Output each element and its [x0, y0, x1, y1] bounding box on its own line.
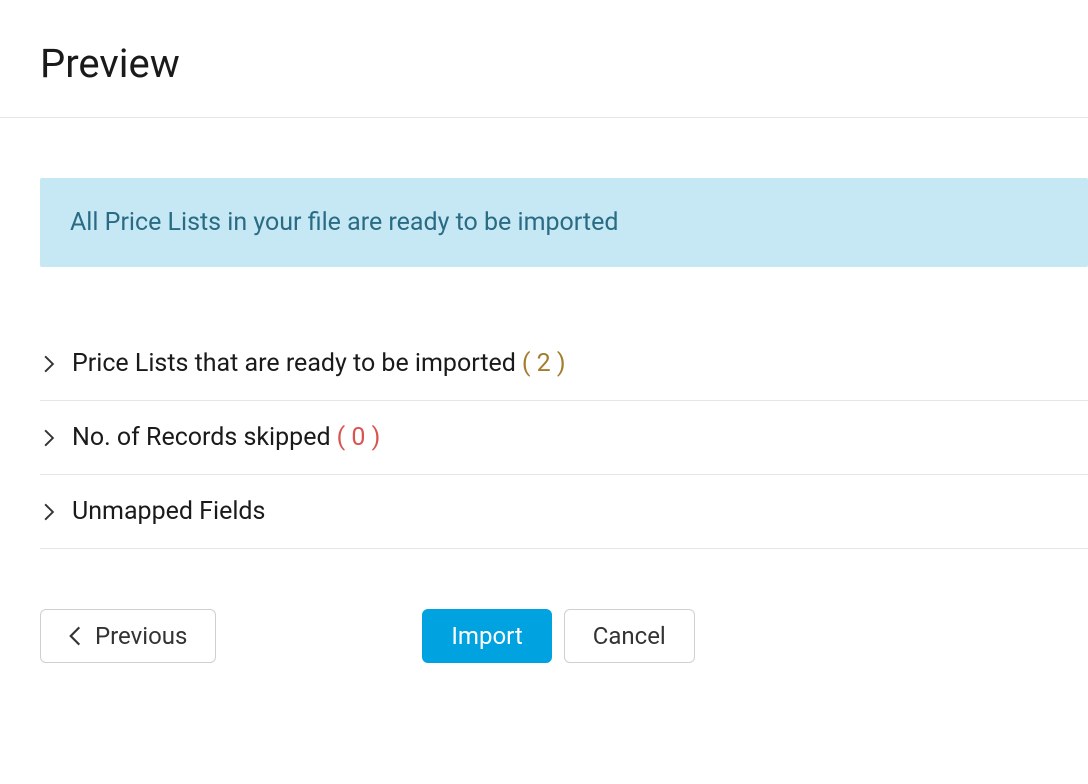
- row-count: ( 0 ): [337, 423, 381, 452]
- row-records-skipped[interactable]: No. of Records skipped ( 0 ): [40, 401, 1088, 475]
- row-ready-to-import[interactable]: Price Lists that are ready to be importe…: [40, 327, 1088, 401]
- row-count: ( 2 ): [522, 349, 566, 378]
- button-group-right: Import Cancel: [422, 609, 694, 663]
- button-row: Previous Import Cancel: [40, 549, 1088, 663]
- main-content: All Price Lists in your file are ready t…: [0, 118, 1088, 663]
- chevron-right-icon: [40, 429, 58, 447]
- import-button[interactable]: Import: [422, 609, 551, 663]
- chevron-left-icon: [69, 626, 81, 646]
- row-label: Price Lists that are ready to be importe…: [72, 349, 516, 378]
- page-title: Preview: [0, 0, 1088, 117]
- previous-button[interactable]: Previous: [40, 609, 216, 663]
- previous-button-label: Previous: [95, 624, 187, 648]
- row-unmapped-fields[interactable]: Unmapped Fields: [40, 475, 1088, 549]
- info-banner-text: All Price Lists in your file are ready t…: [70, 208, 1058, 237]
- info-banner: All Price Lists in your file are ready t…: [40, 178, 1088, 267]
- cancel-button-label: Cancel: [593, 624, 666, 648]
- chevron-right-icon: [40, 503, 58, 521]
- cancel-button[interactable]: Cancel: [564, 609, 695, 663]
- chevron-right-icon: [40, 355, 58, 373]
- row-label: No. of Records skipped: [72, 423, 331, 452]
- import-button-label: Import: [451, 624, 522, 648]
- row-label: Unmapped Fields: [72, 497, 265, 526]
